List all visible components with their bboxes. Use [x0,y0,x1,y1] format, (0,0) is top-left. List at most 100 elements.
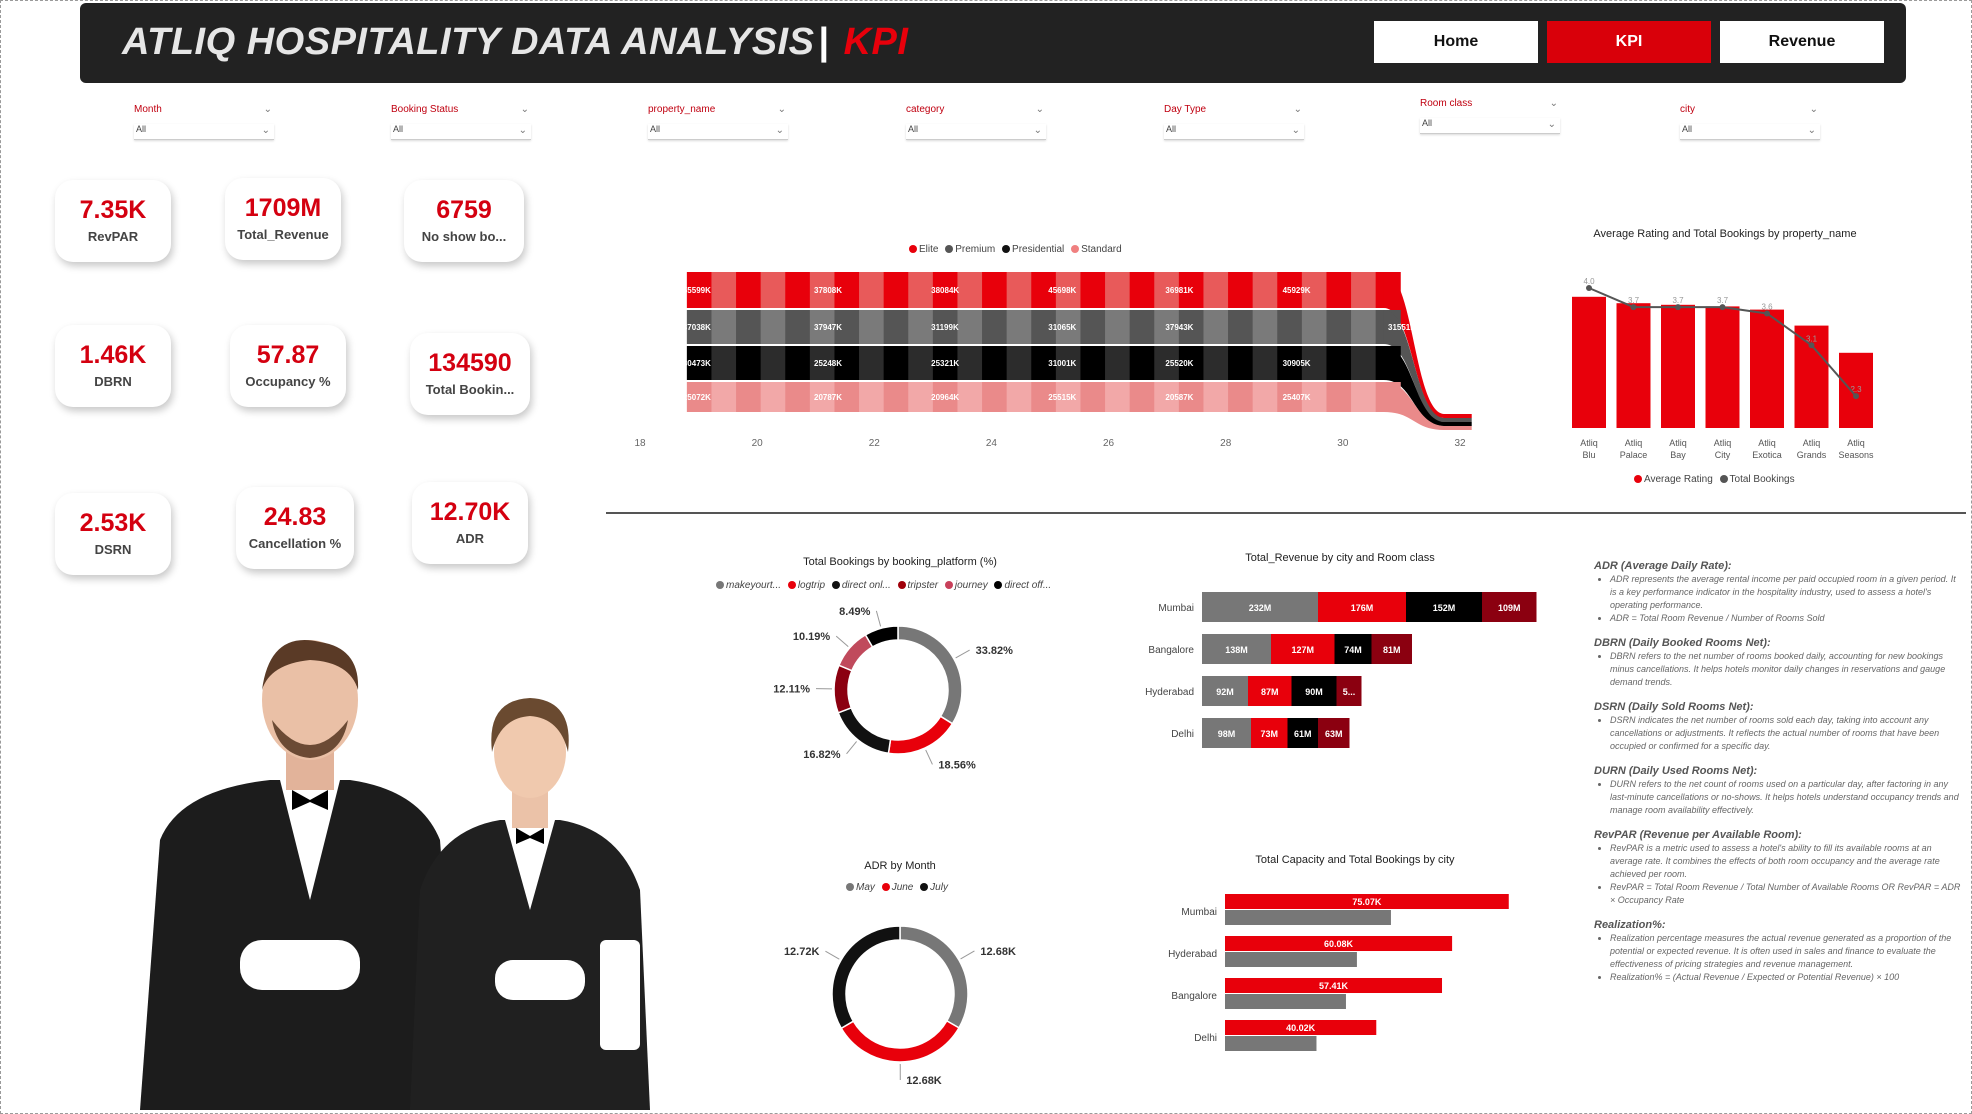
slicer-dropdown[interactable]: All ⌄ [1680,124,1820,140]
slicer-value: All [1422,118,1433,128]
ribbon-segment [908,382,934,412]
adr-donut-chart[interactable]: 12.68K 12.68K 12.72K [760,904,1060,1084]
ribbon-data-label: 45929K [1283,286,1311,295]
legend-item[interactable]: Standard [1081,244,1122,255]
legend-dot-icon [1719,475,1728,483]
slicer-day-type[interactable]: Day Type ⌄ All ⌄ [1164,104,1304,140]
slicer-month[interactable]: Month ⌄ All ⌄ [134,104,274,140]
ribbon-segment [1080,382,1106,412]
chevron-down-icon[interactable]: ⌄ [1550,98,1558,109]
legend-item[interactable]: journey [955,580,988,591]
ribbon-segment [1203,272,1229,308]
slicer-label: city [1680,104,1695,115]
kpi-value: 24.83 [263,503,327,531]
donut-data-label: 8.49% [839,606,870,618]
donut-slice [831,925,901,1030]
legend-item[interactable]: Average Rating [1644,474,1713,485]
revenue-city-chart[interactable]: Mumbai 232M 176M 152M 109M Bangalore 138M 127M 7… [1130,584,1550,754]
ribbon-data-label: 25321K [931,359,959,368]
y-tick-label: Mumbai [1158,603,1194,614]
rating-bookings-chart[interactable]: 4.0 Atliq Blu 3.7 Atliq Palace 3.7 Atliq Bay 3.7 A… [1560,246,1890,466]
x-tick-label: 18 [634,438,646,449]
rating-data-label: 3.7 [1628,296,1640,305]
slicer-dropdown[interactable]: All ⌄ [648,124,788,140]
legend-item[interactable]: direct onl... [842,580,891,591]
ribbon-segment [1006,272,1032,308]
bar-data-label: 176M [1351,603,1374,613]
slicer-dropdown[interactable]: All ⌄ [1164,124,1304,140]
legend-item[interactable]: May [856,882,875,893]
rating-point [1853,393,1859,400]
kpi-value: 7.35K [79,196,147,224]
x-tick-label: Bay [1670,450,1686,460]
chevron-down-icon: ⌄ [775,125,784,136]
note-item: RevPAR is a metric used to assess a hote… [1610,842,1964,881]
legend-item[interactable]: makeyourt... [726,580,781,591]
nav-revenue-button[interactable]: Revenue [1720,21,1884,63]
kpi-card-cancellation: 24.83 Cancellation % [236,487,354,569]
bar-data-label: 61M [1294,729,1312,739]
ribbon-segment [736,382,762,412]
x-tick-label: Grands [1797,450,1827,460]
ribbon-segment [785,382,811,412]
ribbon-segment [859,310,885,344]
ribbon-data-label: 37947K [814,323,842,332]
slicer-dropdown[interactable]: All ⌄ [906,124,1046,140]
nav-home-button[interactable]: Home [1374,21,1538,63]
ribbon-segment [957,346,983,380]
legend-item[interactable]: direct off... [1004,580,1051,591]
rating-point [1630,304,1637,311]
legend-item[interactable]: Premium [955,244,995,255]
platform-donut-chart[interactable]: 33.82% 18.56% 16.82% 12.11% 10.19% 8.49% [740,598,1080,778]
ribbon-segment [1129,346,1155,380]
ribbon-segment [785,272,811,308]
section-divider [606,512,1966,514]
legend-item[interactable]: July [930,882,948,893]
note-item: Realization percentage measures the actu… [1610,932,1964,971]
kpi-label: Occupancy % [245,374,331,389]
ribbon-segment [1326,382,1352,412]
x-tick-label: Atliq [1714,438,1732,448]
rating-point [1586,285,1592,291]
rating-bar [1750,309,1784,428]
note-title: ADR (Average Daily Rate): [1594,560,1732,572]
rating-chart-title: Average Rating and Total Bookings by pro… [1593,228,1857,240]
legend-item[interactable]: June [892,882,914,893]
chevron-down-icon[interactable]: ⌄ [1810,104,1818,115]
slicer-dropdown[interactable]: All ⌄ [391,124,531,140]
bar-data-label: 232M [1249,603,1272,613]
ribbon-data-label: 31551K [1388,323,1416,332]
slicer-dropdown[interactable]: All ⌄ [134,124,274,140]
chevron-down-icon[interactable]: ⌄ [1036,104,1044,115]
chevron-down-icon[interactable]: ⌄ [264,104,272,115]
legend-item[interactable]: logtrip [798,580,825,591]
slicer-room-class[interactable]: Room class ⌄ All ⌄ [1420,98,1560,134]
capcity-chart-title: Total Capacity and Total Bookings by cit… [1255,854,1455,866]
chevron-down-icon[interactable]: ⌄ [1294,104,1302,115]
capacity-city-chart[interactable]: Mumbai 75.07K Hyderabad 60.08K Bangalore 57.4… [1130,884,1530,1059]
donut-data-label: 10.19% [793,631,831,643]
slicer-booking-status[interactable]: Booking Status ⌄ All ⌄ [391,104,531,140]
ribbon-chart[interactable]: 55599K 37808K 38084K 45698K 36981K 45929K 3703… [580,262,1480,452]
bar-data-label: 73M [1260,729,1278,739]
legend-dot-icon [897,581,906,589]
bookings-bar [1225,1036,1317,1051]
slicer-category[interactable]: category ⌄ All ⌄ [906,104,1046,140]
legend-item[interactable]: Total Bookings [1730,474,1795,485]
nav-kpi-button[interactable]: KPI [1547,21,1711,63]
legend-item[interactable]: Elite [919,244,938,255]
title-separator: | [818,21,830,63]
legend-item[interactable]: Presidential [1012,244,1064,255]
ribbon-segment [859,346,885,380]
slicer-dropdown[interactable]: All ⌄ [1420,118,1560,134]
legend-item[interactable]: tripster [908,580,939,591]
chevron-down-icon[interactable]: ⌄ [521,104,529,115]
ribbon-segment [736,310,762,344]
slicer-city[interactable]: city ⌄ All ⌄ [1680,104,1820,140]
leader-line [835,635,849,647]
chevron-down-icon[interactable]: ⌄ [778,104,786,115]
slicer-property-name[interactable]: property_name ⌄ All ⌄ [648,104,788,140]
header-bar: ATLIQ HOSPITALITY DATA ANALYSIS | KPI Home… [80,3,1906,83]
chevron-down-icon: ⌄ [1807,125,1816,136]
legend-dot-icon [994,581,1003,589]
